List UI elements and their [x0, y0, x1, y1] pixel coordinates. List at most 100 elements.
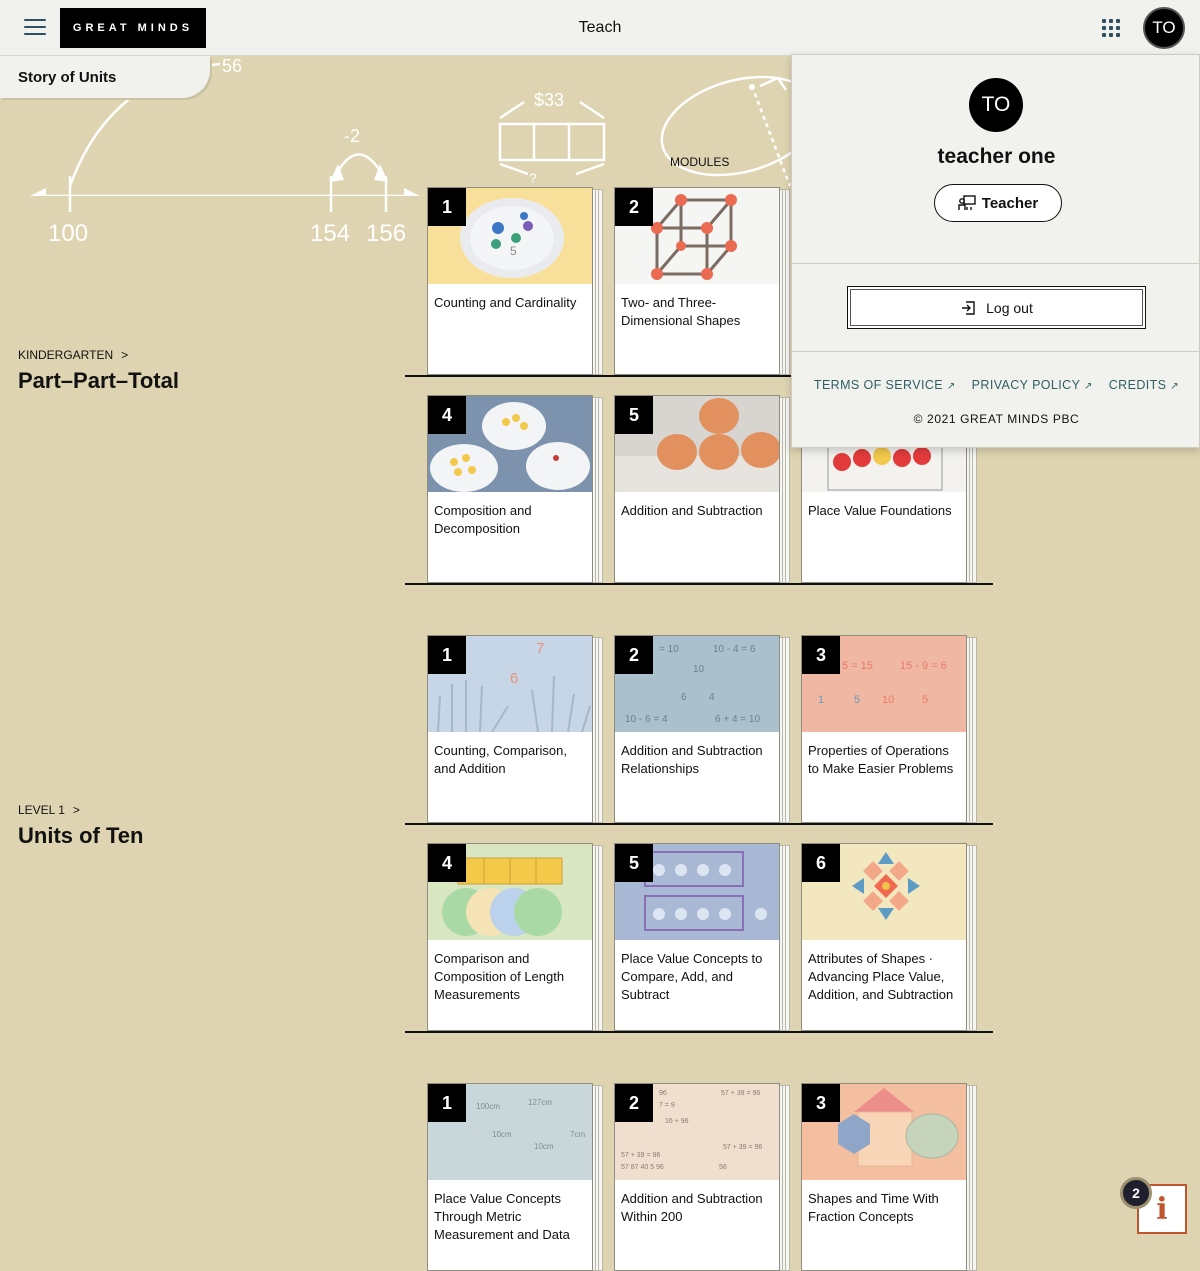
- log-out-button[interactable]: Log out: [847, 286, 1146, 329]
- equation-text: 16 + 96: [665, 1118, 689, 1125]
- equation-text: 10 - 6 = 4: [625, 714, 668, 725]
- module-card[interactable]: 5 1 Counting and Cardinality: [427, 187, 603, 375]
- story-of-units-tab[interactable]: Story of Units: [0, 56, 210, 98]
- equation-text: 57 87 40 5 96: [621, 1164, 664, 1171]
- copyright: © 2021 GREAT MINDS PBC: [913, 412, 1080, 426]
- number-line-label-156: 156: [366, 220, 407, 247]
- module-number: 2: [615, 188, 653, 226]
- equation-text: 10 - 4 = 6: [713, 644, 756, 655]
- user-avatar-button[interactable]: TO: [1143, 7, 1185, 49]
- top-bar: GREAT MINDS Teach TO: [0, 0, 1200, 56]
- module-shelf: [405, 1031, 993, 1033]
- module-number: 1: [428, 188, 466, 226]
- user-name: teacher one: [937, 145, 1056, 168]
- equation-text: 57 + 39 = 96: [721, 1090, 761, 1097]
- module-card-face: 3 Shapes and Time With Fraction Concepts: [801, 1083, 967, 1271]
- equation-text: 5: [922, 694, 929, 706]
- module-title: Composition and Decomposition: [434, 503, 532, 536]
- credits-link[interactable]: CREDITS ↗: [1109, 378, 1179, 392]
- module-card[interactable]: 5 Addition and Subtraction: [614, 395, 790, 583]
- module-title: Properties of Operations to Make Easier …: [808, 743, 954, 776]
- notification-badge: 2: [1120, 1177, 1152, 1209]
- plate-number: 5: [510, 244, 517, 258]
- module-card-face: 5 Place Value Concepts to Compare, Add, …: [614, 843, 780, 1031]
- log-out-label: Log out: [986, 299, 1033, 316]
- module-card[interactable]: 2 Two- and Three-Dimensional Shapes: [614, 187, 790, 375]
- module-title: Two- and Three-Dimensional Shapes: [621, 295, 741, 328]
- module-title: Counting and Cardinality: [434, 295, 577, 310]
- module-card[interactable]: 5 = 15 15 - 9 = 6 1 5 10 5 3 Properties …: [801, 635, 977, 823]
- section-title: Units of Ten: [18, 823, 144, 848]
- apps-grid-icon[interactable]: [1102, 19, 1120, 37]
- equation-text: = 10: [659, 644, 679, 655]
- module-title: Counting, Comparison, and Addition: [434, 743, 567, 776]
- module-card-face: 2 Two- and Three-Dimensional Shapes: [614, 187, 780, 375]
- story-of-units-label: Story of Units: [18, 69, 117, 86]
- section-heading-kindergarten: KINDERGARTEN > Part–Part–Total: [18, 348, 179, 394]
- role-label: Teacher: [981, 194, 1039, 212]
- equation-text: 1: [818, 694, 825, 706]
- tape-unknown-label: ?: [529, 170, 537, 186]
- privacy-policy-link[interactable]: PRIVACY POLICY ↗: [972, 378, 1093, 392]
- measurement-label: 10cm: [492, 1130, 512, 1139]
- number-line-ticks: [68, 176, 388, 212]
- section-subtitle[interactable]: KINDERGARTEN >: [18, 348, 179, 362]
- module-title: Place Value Foundations: [808, 503, 952, 518]
- module-number: 6: [802, 844, 840, 882]
- thumb-number: 6: [510, 670, 519, 687]
- module-card[interactable]: 4 Composition and Decomposition: [427, 395, 603, 583]
- module-card[interactable]: 96 7 = 9 16 + 96 57 + 39 = 96 57 + 39 = …: [614, 1083, 790, 1271]
- module-card[interactable]: 6 Attributes of Shapes · Advancing Place…: [801, 843, 977, 1031]
- modules-label: MODULES: [670, 155, 730, 169]
- role-button[interactable]: Teacher: [934, 184, 1062, 222]
- module-number: 3: [802, 1084, 840, 1122]
- module-title: Comparison and Composition of Length Mea…: [434, 951, 565, 1002]
- module-card-face: 5 1 Counting and Cardinality: [427, 187, 593, 375]
- module-card-face: 4 Composition and Decomposition: [427, 395, 593, 583]
- module-shelf: [405, 823, 993, 825]
- equation-text: 57 + 39 = 96: [723, 1144, 763, 1151]
- module-title: Place Value Concepts to Compare, Add, an…: [621, 951, 763, 1002]
- panel-divider: [792, 263, 1200, 264]
- module-number: 3: [802, 636, 840, 674]
- account-dropdown: TO teacher one Teacher Log out TERMS OF …: [791, 54, 1200, 448]
- thumb-number: 7: [536, 640, 545, 657]
- module-card[interactable]: 4 Comparison and Composition of Length M…: [427, 843, 603, 1031]
- panel-avatar: TO: [969, 78, 1023, 132]
- external-link-icon: ↗: [1083, 381, 1093, 392]
- module-card-face: 100cm 127cm 10cm 10cm 7cm 1 Place Value …: [427, 1083, 593, 1271]
- section-subtitle[interactable]: LEVEL 1 >: [18, 803, 143, 817]
- module-card-face: 5 = 15 15 - 9 = 6 1 5 10 5 3 Properties …: [801, 635, 967, 823]
- equation-text: 57 + 39 = 96: [621, 1152, 661, 1159]
- module-card[interactable]: 5 Place Value Concepts to Compare, Add, …: [614, 843, 790, 1031]
- module-card[interactable]: = 10 10 - 4 = 6 10 6 4 10 - 6 = 4 6 + 4 …: [614, 635, 790, 823]
- partial-number: 56: [222, 56, 243, 76]
- module-card[interactable]: 7 6 1 Counting, Comparison, and Addition: [427, 635, 603, 823]
- module-number: 5: [615, 396, 653, 434]
- module-card-face: 4 Comparison and Composition of Length M…: [427, 843, 593, 1031]
- panel-divider: [792, 351, 1200, 352]
- module-title: Addition and Subtraction Relationships: [621, 743, 763, 776]
- module-title: Addition and Subtraction: [621, 503, 763, 518]
- equation-text: 56: [719, 1164, 727, 1171]
- external-link-icon: ↗: [946, 381, 956, 392]
- equation-text: 7 = 9: [659, 1102, 675, 1109]
- module-card[interactable]: 3 Shapes and Time With Fraction Concepts: [801, 1083, 977, 1271]
- section-heading-level-1: LEVEL 1 > Units of Ten: [18, 803, 143, 849]
- equation-text: 15 - 9 = 6: [900, 660, 947, 672]
- jump-label: -2: [344, 126, 361, 146]
- equation-text: 5: [854, 694, 861, 706]
- external-link-icon: ↗: [1170, 381, 1180, 392]
- module-card[interactable]: 100cm 127cm 10cm 10cm 7cm 1 Place Value …: [427, 1083, 603, 1271]
- measurement-label: 127cm: [528, 1098, 553, 1107]
- module-title: Attributes of Shapes · Advancing Place V…: [808, 951, 954, 1002]
- tape-total-label: $33: [534, 90, 565, 110]
- equation-text: 5 = 15: [842, 660, 873, 672]
- measurement-label: 10cm: [534, 1142, 554, 1151]
- module-number: 2: [615, 636, 653, 674]
- module-card-face: = 10 10 - 4 = 6 10 6 4 10 - 6 = 4 6 + 4 …: [614, 635, 780, 823]
- section-title: Part–Part–Total: [18, 368, 179, 393]
- equation-text: 6 + 4 = 10: [715, 714, 761, 725]
- module-card-face: 6 Attributes of Shapes · Advancing Place…: [801, 843, 967, 1031]
- terms-of-service-link[interactable]: TERMS OF SERVICE ↗: [814, 378, 956, 392]
